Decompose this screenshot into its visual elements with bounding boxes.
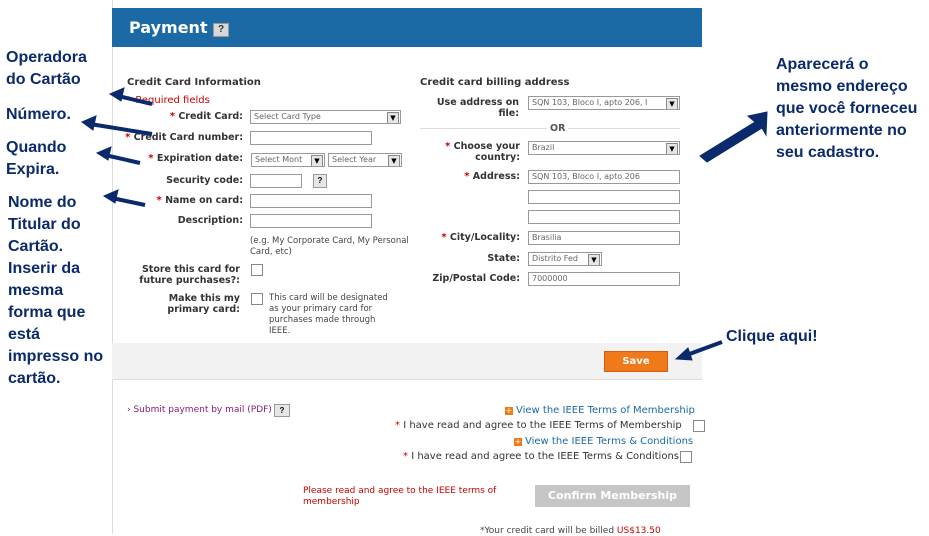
arrow-icon (108, 87, 153, 106)
annotation-arrows (80, 87, 768, 361)
arrow-icon (95, 146, 141, 165)
arrow-icon (699, 111, 768, 163)
arrow-icon (102, 189, 146, 207)
arrow-icon (80, 115, 153, 136)
arrow-icon (674, 340, 723, 361)
